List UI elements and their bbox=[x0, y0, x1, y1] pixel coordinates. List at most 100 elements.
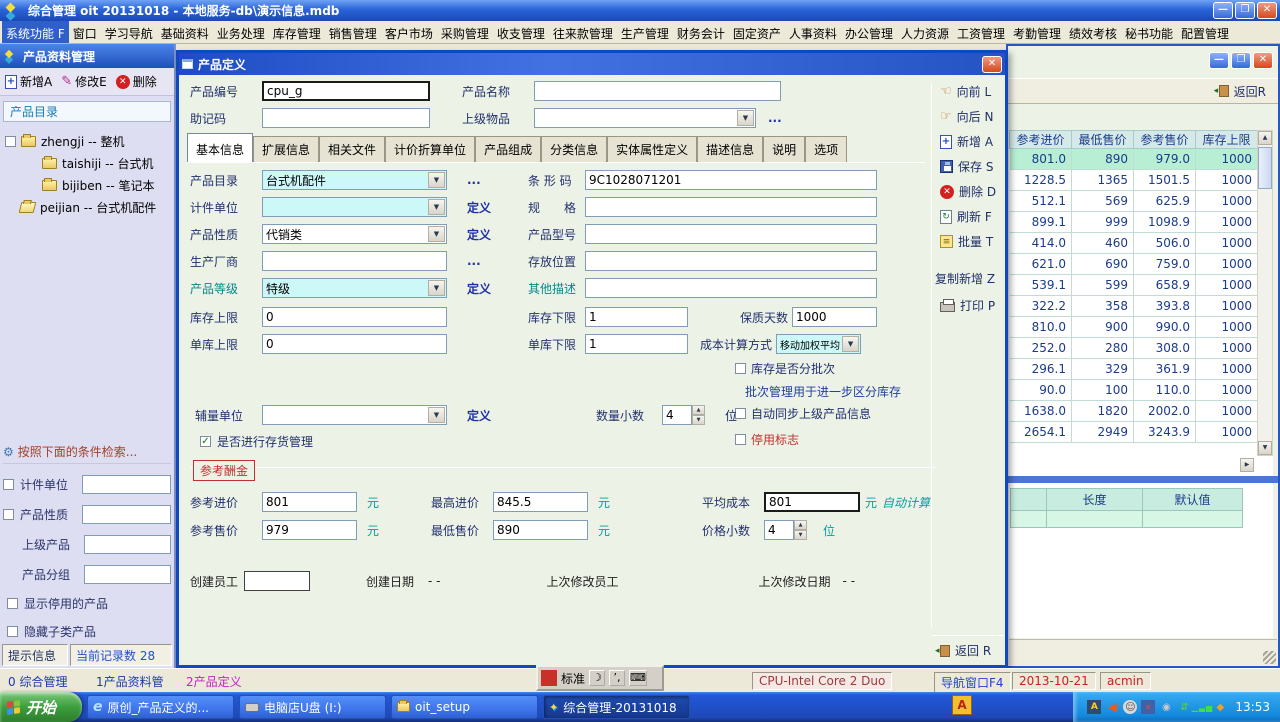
new-button[interactable]: + 新增 A bbox=[940, 133, 993, 150]
stepper-arrows-icon[interactable]: ▲▼ bbox=[692, 405, 705, 425]
dialog-close-button[interactable]: ✕ bbox=[982, 56, 1002, 73]
column-header[interactable]: 最低售价 bbox=[1072, 131, 1134, 149]
table-row[interactable]: 810.0900990.01000 bbox=[1010, 317, 1258, 338]
avg-cost-input[interactable]: 801 bbox=[764, 492, 860, 512]
table-row[interactable]: 296.1329361.91000 bbox=[1010, 359, 1258, 380]
child-maximize-button[interactable]: ❐ bbox=[1231, 52, 1251, 69]
bin-upper-input[interactable]: 0 bbox=[262, 334, 447, 354]
unit-dropdown[interactable] bbox=[262, 197, 447, 217]
signal-icon[interactable]: ▁▃▅ bbox=[1195, 700, 1209, 714]
aux-unit-dropdown[interactable] bbox=[262, 405, 447, 425]
column-header[interactable]: 参考进价 bbox=[1010, 131, 1072, 149]
table-row[interactable]: 539.1599658.91000 bbox=[1010, 275, 1258, 296]
price-decimal-stepper[interactable]: 4 ▲▼ bbox=[764, 520, 807, 540]
dialog-tab[interactable]: 计价折算单位 bbox=[385, 136, 475, 162]
edit-button[interactable]: ✎ 修改E bbox=[61, 73, 107, 90]
shelf-life-input[interactable]: 1000 bbox=[792, 307, 877, 327]
table-row[interactable]: 621.0690759.01000 bbox=[1010, 254, 1258, 275]
hide-child-checkbox[interactable] bbox=[7, 626, 18, 637]
dialog-tab[interactable]: 实体属性定义 bbox=[607, 136, 697, 162]
cost-method-dropdown[interactable]: 移动加权平均 bbox=[776, 334, 861, 354]
manufacturer-more-button[interactable]: ... bbox=[467, 254, 481, 268]
add-button[interactable]: + 新增A bbox=[5, 73, 52, 90]
unit-checkbox[interactable] bbox=[3, 479, 14, 490]
barcode-input[interactable]: 9C1028071201 bbox=[585, 170, 877, 190]
manufacturer-input[interactable] bbox=[262, 251, 447, 271]
menu-item[interactable]: 往来款管理 bbox=[549, 21, 617, 43]
print-button[interactable]: 打印 P bbox=[940, 297, 995, 314]
location-input[interactable] bbox=[585, 251, 877, 271]
ime-punctuation-icon[interactable]: ’, bbox=[609, 670, 625, 686]
menu-item[interactable]: 生产管理 bbox=[617, 21, 673, 43]
catalog-dropdown[interactable]: 台式机配件 bbox=[262, 170, 447, 190]
product-code-input[interactable]: cpu_g bbox=[262, 81, 430, 101]
ime-mode-label[interactable]: 标准 bbox=[561, 670, 585, 687]
alert-icon[interactable]: A bbox=[1087, 700, 1101, 714]
delete-button[interactable]: ✕ 删除 bbox=[116, 73, 157, 90]
start-button[interactable]: 开始 bbox=[0, 692, 82, 722]
tree-item-peijian[interactable]: peijian -- 台式机配件 bbox=[5, 196, 174, 218]
dialog-tab[interactable]: 分类信息 bbox=[541, 136, 607, 162]
parent-product-input[interactable] bbox=[84, 535, 171, 554]
menu-item[interactable]: 工资管理 bbox=[953, 21, 1009, 43]
ref-purchase-input[interactable]: 801 bbox=[262, 492, 357, 512]
show-disabled-checkbox[interactable] bbox=[7, 598, 18, 609]
qty-decimal-stepper[interactable]: 4 ▲▼ bbox=[662, 405, 705, 425]
column-header[interactable]: 库存上限 bbox=[1196, 131, 1258, 149]
ime-keyboard-icon[interactable]: ⌨ bbox=[629, 670, 647, 686]
dialog-tab[interactable]: 扩展信息 bbox=[253, 136, 319, 162]
nature-define-link[interactable]: 定义 bbox=[467, 226, 491, 243]
window-tab-main[interactable]: 0 综合管理 bbox=[8, 673, 67, 690]
product-name-input[interactable] bbox=[534, 81, 781, 101]
aux-unit-define-link[interactable]: 定义 bbox=[467, 407, 491, 424]
menu-item[interactable]: 人事资料 bbox=[785, 21, 841, 43]
menu-item[interactable]: 收支管理 bbox=[493, 21, 549, 43]
menu-item[interactable]: 窗口 bbox=[69, 21, 101, 43]
audio-icon[interactable]: ◉ bbox=[1159, 700, 1173, 714]
quicklaunch-icon[interactable]: A bbox=[952, 695, 972, 715]
creator-input[interactable] bbox=[244, 571, 310, 591]
grade-define-link[interactable]: 定义 bbox=[467, 280, 491, 297]
dialog-tab[interactable]: 选项 bbox=[805, 136, 847, 162]
task-erp-app[interactable]: ✦ 综合管理-20131018 bbox=[543, 695, 690, 719]
forward-button[interactable]: ☜ 向前 L bbox=[940, 83, 991, 100]
batch-button[interactable]: ≡ 批量 T bbox=[940, 233, 993, 250]
menu-item[interactable]: 库存管理 bbox=[269, 21, 325, 43]
batch-checkbox[interactable] bbox=[735, 363, 746, 374]
scrollbar-thumb[interactable] bbox=[1258, 147, 1272, 189]
tree-item-bijiben[interactable]: bijiben -- 笔记本 bbox=[5, 174, 174, 196]
minimize-button[interactable]: — bbox=[1213, 2, 1233, 19]
bin-lower-input[interactable]: 1 bbox=[585, 334, 688, 354]
usb-icon[interactable]: ⇵ bbox=[1177, 700, 1191, 714]
table-row[interactable]: 322.2358393.81000 bbox=[1010, 296, 1258, 317]
table-row[interactable]: 1228.513651501.51000 bbox=[1010, 170, 1258, 191]
resize-grip[interactable] bbox=[1263, 651, 1276, 664]
tree-item-zhengji[interactable]: zhengji -- 整机 bbox=[5, 130, 174, 152]
dialog-tab[interactable]: 产品组成 bbox=[475, 136, 541, 162]
stock-upper-input[interactable]: 0 bbox=[262, 307, 447, 327]
ime-moon-icon[interactable]: ☽ bbox=[589, 670, 605, 686]
scroll-up-icon[interactable]: ▲ bbox=[1258, 131, 1272, 145]
child-close-button[interactable]: ✕ bbox=[1253, 52, 1273, 69]
dialog-tab[interactable]: 相关文件 bbox=[319, 136, 385, 162]
qty-decimal-input[interactable]: 4 bbox=[662, 405, 692, 425]
task-folder[interactable]: oit_setup bbox=[391, 695, 538, 719]
dialog-tab[interactable]: 描述信息 bbox=[697, 136, 763, 162]
menu-item[interactable]: 学习导航 bbox=[101, 21, 157, 43]
dialog-return-button[interactable]: 返回 R bbox=[940, 642, 991, 659]
column-header[interactable]: 参考售价 bbox=[1134, 131, 1196, 149]
return-button[interactable]: 返回R bbox=[1234, 83, 1266, 100]
menu-item[interactable]: 人力资源 bbox=[897, 21, 953, 43]
tree-checkbox[interactable] bbox=[5, 136, 16, 147]
refresh-button[interactable]: ↻ 刷新 F bbox=[940, 208, 992, 225]
menu-item[interactable]: 业务处理 bbox=[213, 21, 269, 43]
menu-item[interactable]: 办公管理 bbox=[841, 21, 897, 43]
scroll-right-icon[interactable]: ▶ bbox=[1240, 458, 1254, 472]
grade-dropdown[interactable]: 特级 bbox=[262, 278, 447, 298]
window-tab-product-data[interactable]: 1产品资料管 bbox=[96, 673, 164, 690]
min-sale-input[interactable]: 890 bbox=[493, 520, 588, 540]
nature-input[interactable] bbox=[82, 505, 171, 524]
mnemonic-input[interactable] bbox=[262, 108, 430, 128]
spec-input[interactable] bbox=[585, 197, 877, 217]
menu-item[interactable]: 采购管理 bbox=[437, 21, 493, 43]
